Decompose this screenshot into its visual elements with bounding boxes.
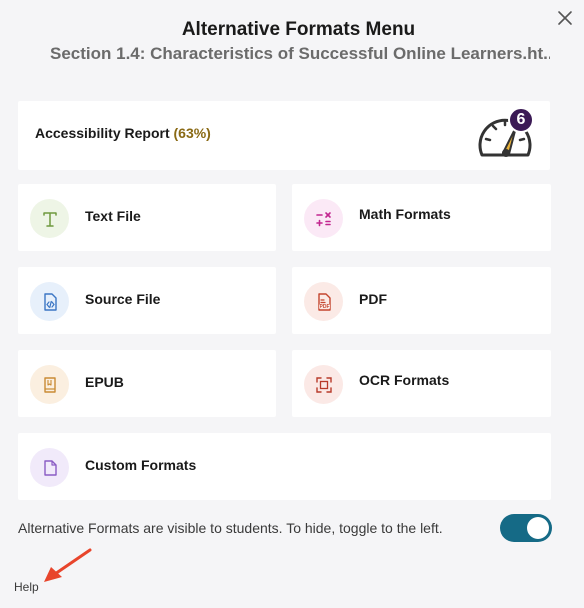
accessibility-report-title: Accessibility Report (35, 125, 170, 141)
source-file-label: Source File (85, 291, 161, 307)
pdf-label: PDF (359, 291, 387, 307)
custom-format-icon (30, 448, 69, 487)
text-file-icon (30, 199, 69, 238)
epub-card[interactable]: EPUB (18, 350, 276, 417)
accessibility-report-label: Accessibility Report (63%) (35, 125, 211, 141)
accessibility-report-percent: (63%) (173, 125, 211, 141)
red-arrow-icon (44, 548, 92, 582)
ocr-icon (304, 365, 343, 404)
gauge-icon: 6 (476, 107, 538, 164)
pdf-icon: PDF (304, 282, 343, 321)
custom-formats-card[interactable]: Custom Formats (18, 433, 551, 500)
help-link[interactable]: Help (14, 580, 39, 594)
source-file-icon (30, 282, 69, 321)
toggle-knob[interactable] (527, 517, 549, 539)
visibility-description: Alternative Formats are visible to stude… (18, 520, 443, 536)
visibility-toggle[interactable] (500, 514, 552, 542)
svg-text:PDF: PDF (319, 304, 329, 310)
source-file-card[interactable]: Source File (18, 267, 276, 334)
ocr-formats-card[interactable]: OCR Formats (292, 350, 551, 417)
badge-count-text: 6 (516, 111, 526, 128)
epub-icon (30, 365, 69, 404)
math-formats-card[interactable]: Math Formats (292, 184, 551, 251)
ocr-formats-label: OCR Formats (359, 372, 450, 388)
text-file-label: Text File (85, 208, 141, 224)
math-icon (304, 199, 343, 238)
dialog-title: Alternative Formats Menu (181, 19, 416, 40)
dialog-subtitle: Section 1.4: Characteristics of Successf… (50, 44, 550, 63)
epub-label: EPUB (85, 374, 124, 390)
accessibility-report-card[interactable]: Accessibility Report (63%) 6 (18, 101, 550, 170)
pdf-card[interactable]: PDF PDF (292, 267, 551, 334)
math-formats-label: Math Formats (359, 206, 451, 222)
text-file-card[interactable]: Text File (18, 184, 276, 251)
custom-formats-label: Custom Formats (85, 457, 197, 473)
